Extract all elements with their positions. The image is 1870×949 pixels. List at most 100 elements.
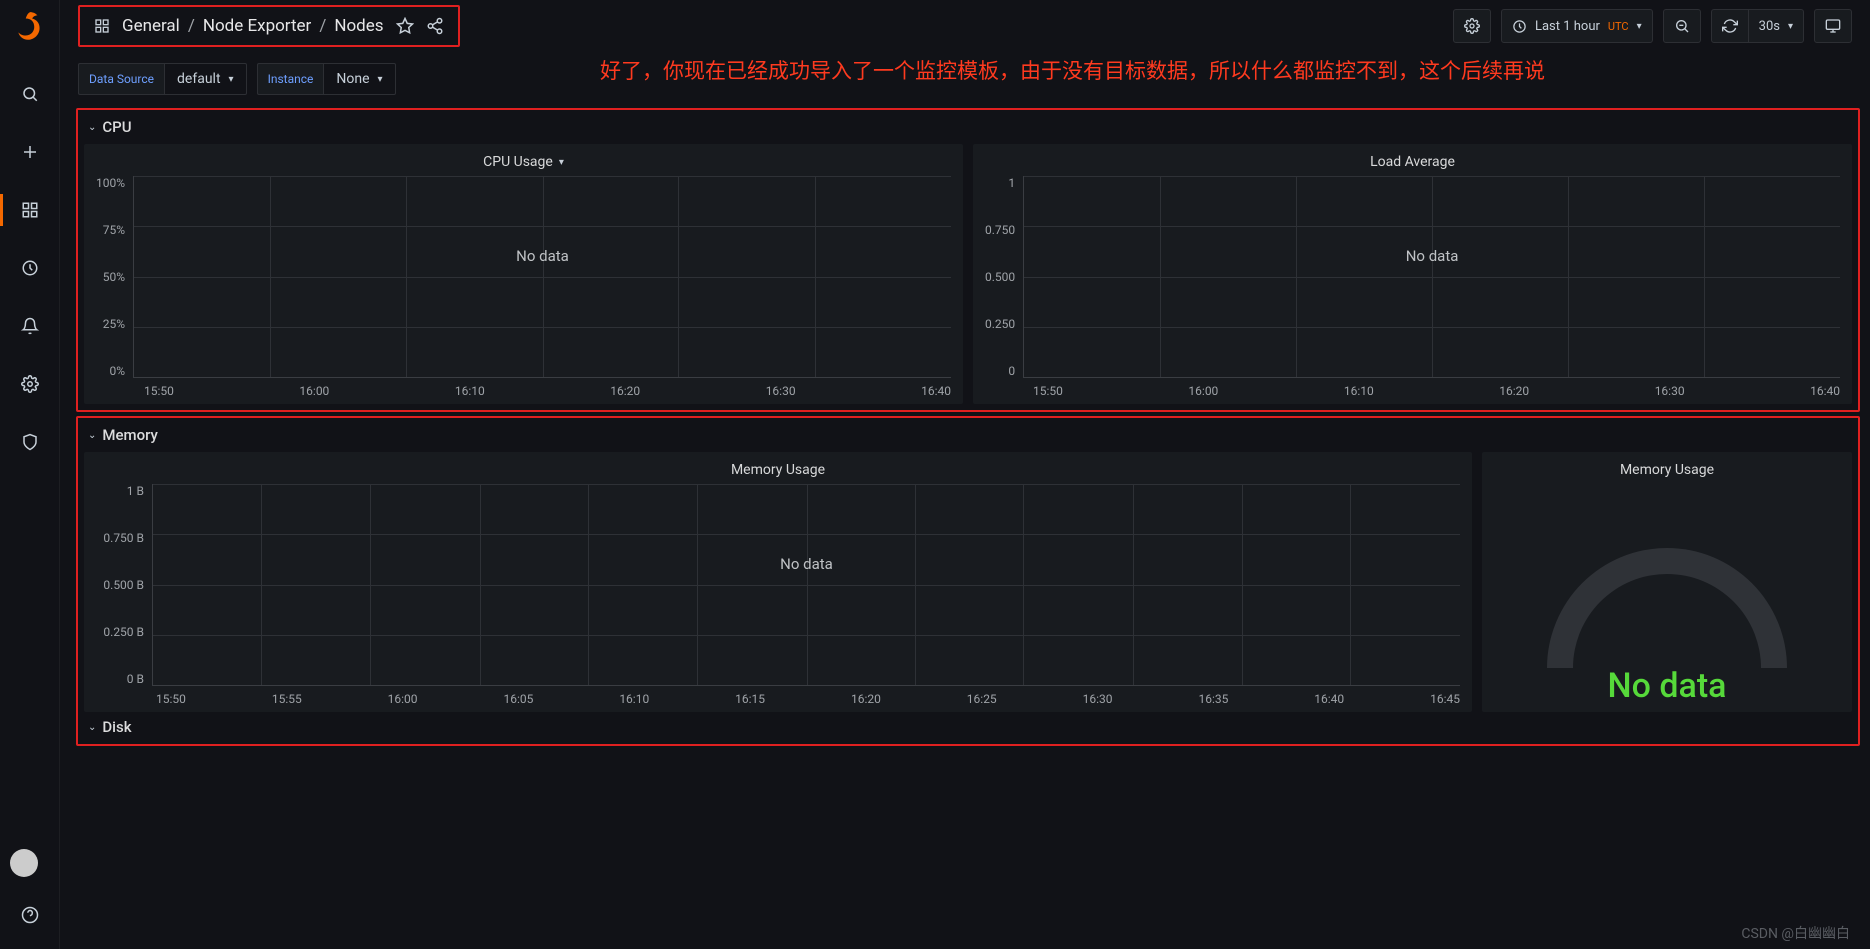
alert-icon[interactable] xyxy=(10,306,50,346)
x-tick: 16:10 xyxy=(1344,384,1374,398)
row-cpu-title: CPU xyxy=(102,118,131,136)
y-tick: 0.250 xyxy=(985,317,1015,331)
refresh-interval-picker[interactable]: 30s ▾ xyxy=(1749,9,1804,43)
plot-area: No data xyxy=(152,484,1460,686)
panel-memory-usage-ts[interactable]: Memory Usage 1 B 0.750 B 0.500 B 0.250 B… xyxy=(84,452,1472,712)
x-tick: 16:10 xyxy=(619,692,649,706)
gauge: No data xyxy=(1494,484,1840,706)
no-data-label: No data xyxy=(780,555,833,573)
chevron-down-icon: ⌄ xyxy=(88,722,96,733)
panel-cpu-usage[interactable]: CPU Usage ▾ 100% 75% 50% 25% 0% No data xyxy=(84,144,963,404)
grafana-logo[interactable] xyxy=(13,10,47,44)
data-source-value: default xyxy=(177,71,221,87)
row-cpu-header[interactable]: ⌄ CPU xyxy=(84,114,1852,144)
row-cpu: ⌄ CPU CPU Usage ▾ 100% 75% 50% 25% 0% xyxy=(76,108,1860,412)
x-tick: 16:45 xyxy=(1430,692,1460,706)
chevron-down-icon: ▾ xyxy=(559,157,564,168)
time-range-picker[interactable]: Last 1 hour UTC ▾ xyxy=(1501,9,1653,43)
time-zone-label: UTC xyxy=(1608,20,1629,33)
row-disk-header[interactable]: ⌄ Disk xyxy=(84,712,1852,738)
breadcrumb-path[interactable]: General / Node Exporter / Nodes xyxy=(122,16,384,36)
x-tick: 16:30 xyxy=(1083,692,1113,706)
breadcrumb-dashboard[interactable]: Node Exporter xyxy=(203,16,312,36)
breadcrumb-sep: / xyxy=(319,16,326,36)
data-source-label: Data Source xyxy=(78,63,164,95)
gauge-value: No data xyxy=(1608,666,1727,706)
y-tick: 0% xyxy=(96,364,125,378)
y-tick: 25% xyxy=(96,317,125,331)
instance-picker[interactable]: None ▾ xyxy=(323,63,395,95)
panel-title: CPU Usage xyxy=(483,154,553,170)
breadcrumb-folder[interactable]: General xyxy=(122,16,180,36)
x-tick: 15:50 xyxy=(144,384,174,398)
x-tick: 16:25 xyxy=(967,692,997,706)
instance-label: Instance xyxy=(257,63,324,95)
gear-icon[interactable] xyxy=(10,364,50,404)
x-tick: 16:00 xyxy=(299,384,329,398)
sidebar-bottom xyxy=(10,849,50,939)
x-tick: 16:40 xyxy=(1314,692,1344,706)
explore-icon[interactable] xyxy=(10,248,50,288)
panel-title: Memory Usage xyxy=(731,462,825,478)
y-tick: 1 xyxy=(985,176,1015,190)
plot-area: No data xyxy=(133,176,951,378)
x-axis: 15:50 15:55 16:00 16:05 16:10 16:15 16:2… xyxy=(156,686,1460,706)
panel-title: Memory Usage xyxy=(1620,462,1714,478)
help-icon[interactable] xyxy=(10,895,50,935)
dashboard-content: ⌄ CPU CPU Usage ▾ 100% 75% 50% 25% 0% xyxy=(76,108,1860,750)
y-tick: 0.250 B xyxy=(96,625,144,639)
star-icon[interactable] xyxy=(396,17,414,35)
x-tick: 15:55 xyxy=(272,692,302,706)
dashboard-settings-button[interactable] xyxy=(1453,9,1491,43)
time-range-label: Last 1 hour xyxy=(1535,19,1600,34)
watermark: CSDN @白幽幽白 xyxy=(1741,923,1850,943)
x-tick: 16:30 xyxy=(766,384,796,398)
x-tick: 16:15 xyxy=(735,692,765,706)
x-tick: 16:20 xyxy=(610,384,640,398)
panel-memory-usage-gauge[interactable]: Memory Usage No data xyxy=(1482,452,1852,712)
topbar: General / Node Exporter / Nodes Last 1 h… xyxy=(60,0,1870,52)
breadcrumb: General / Node Exporter / Nodes xyxy=(78,5,460,47)
shield-icon[interactable] xyxy=(10,422,50,462)
x-tick: 16:05 xyxy=(503,692,533,706)
chevron-down-icon: ▾ xyxy=(229,74,234,85)
chevron-down-icon: ▾ xyxy=(1637,21,1642,32)
x-tick: 16:30 xyxy=(1655,384,1685,398)
row-memory-title: Memory xyxy=(102,426,158,444)
y-axis: 1 B 0.750 B 0.500 B 0.250 B 0 B xyxy=(96,484,152,686)
y-tick: 100% xyxy=(96,176,125,190)
data-source-picker[interactable]: default ▾ xyxy=(164,63,247,95)
breadcrumb-page[interactable]: Nodes xyxy=(334,16,383,36)
x-tick: 16:35 xyxy=(1198,692,1228,706)
x-tick: 16:00 xyxy=(388,692,418,706)
panel-load-average[interactable]: Load Average 1 0.750 0.500 0.250 0 No da… xyxy=(973,144,1852,404)
y-tick: 50% xyxy=(96,270,125,284)
refresh-button[interactable] xyxy=(1711,9,1749,43)
dashboards-icon[interactable] xyxy=(10,190,50,230)
x-tick: 16:40 xyxy=(921,384,951,398)
breadcrumb-sep: / xyxy=(188,16,195,36)
dashboards-small-icon[interactable] xyxy=(94,18,110,34)
row-memory: ⌄ Memory Memory Usage 1 B 0.750 B 0.500 … xyxy=(76,416,1860,746)
y-tick: 0 xyxy=(985,364,1015,378)
share-icon[interactable] xyxy=(426,17,444,35)
sidebar xyxy=(0,0,60,949)
x-tick: 15:50 xyxy=(1033,384,1063,398)
panel-title: Load Average xyxy=(1370,154,1455,170)
chevron-down-icon: ⌄ xyxy=(88,122,96,133)
variable-bar: Data Source default ▾ Instance None ▾ xyxy=(78,60,396,98)
y-tick: 75% xyxy=(96,223,125,237)
avatar[interactable] xyxy=(10,849,38,877)
y-tick: 1 B xyxy=(96,484,144,498)
row-memory-header[interactable]: ⌄ Memory xyxy=(84,422,1852,452)
search-icon[interactable] xyxy=(10,74,50,114)
cycle-view-button[interactable] xyxy=(1814,9,1852,43)
x-tick: 15:50 xyxy=(156,692,186,706)
refresh-interval-label: 30s xyxy=(1759,19,1780,34)
plus-icon[interactable] xyxy=(10,132,50,172)
chevron-down-icon: ▾ xyxy=(1788,21,1793,32)
zoom-out-button[interactable] xyxy=(1663,9,1701,43)
instance-value: None xyxy=(336,71,369,87)
gauge-arc xyxy=(1547,548,1787,668)
y-tick: 0 B xyxy=(96,672,144,686)
